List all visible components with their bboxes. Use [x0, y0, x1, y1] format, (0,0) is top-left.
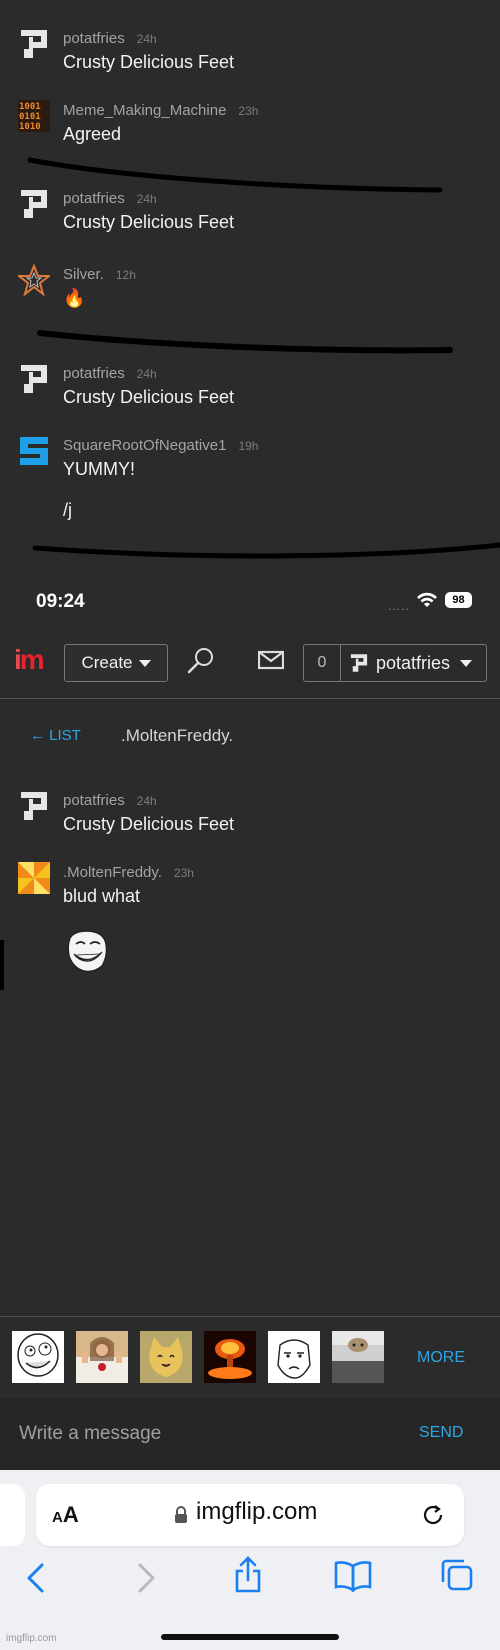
- message-text-line2: /j: [63, 500, 72, 520]
- message-age: 23h: [238, 104, 259, 118]
- lock-icon: [175, 1506, 187, 1523]
- message-age: 19h: [238, 439, 259, 453]
- wifi-icon: [417, 592, 437, 607]
- message-age: 24h: [136, 794, 157, 808]
- message-username[interactable]: SquareRootOfNegative1: [63, 437, 226, 454]
- bookmarks-icon[interactable]: [334, 1560, 372, 1592]
- create-label: Create: [81, 653, 133, 672]
- message-input[interactable]: [0, 1398, 390, 1470]
- fire-emoji: 🔥: [63, 288, 86, 308]
- more-memes-link[interactable]: MORE: [417, 1349, 465, 1367]
- message-age: 24h: [136, 32, 157, 46]
- ceiling-cat-meme[interactable]: [332, 1331, 384, 1383]
- reload-icon[interactable]: [420, 1502, 446, 1528]
- potatfries-p-icon[interactable]: [18, 363, 50, 395]
- home-indicator: [161, 1634, 339, 1640]
- battery-indicator: 98: [445, 592, 472, 608]
- chat-message: potatfries 24h Crusty Delicious Feet: [18, 28, 490, 88]
- signal-dots: .....: [388, 599, 410, 613]
- message-text: blud what: [63, 886, 141, 906]
- chat-message: 1001 0101 1010 Meme_Making_Machine 23h Agre…: [18, 100, 490, 160]
- notification-count[interactable]: 0: [303, 644, 341, 682]
- safari-toolbar: AA imgflip.com imgflip.com: [0, 1470, 500, 1650]
- message-username[interactable]: potatfries: [63, 30, 125, 47]
- forward-icon[interactable]: [132, 1562, 158, 1594]
- trollface-meme-icon[interactable]: [64, 928, 110, 974]
- svg-text:1010: 1010: [19, 122, 41, 132]
- chevron-down-icon: [138, 660, 151, 668]
- message-username[interactable]: potatfries: [63, 365, 125, 382]
- binary-avatar-icon[interactable]: 100101011010: [18, 100, 50, 132]
- status-time: 09:24: [36, 591, 85, 612]
- message-username[interactable]: .MoltenFreddy.: [63, 864, 162, 881]
- message-age: 24h: [136, 367, 157, 381]
- back-to-list-link[interactable]: ← LIST: [30, 727, 81, 744]
- tabs-icon[interactable]: [440, 1558, 474, 1592]
- user-menu-button[interactable]: potatfries: [340, 644, 487, 682]
- previous-tab-preview[interactable]: [0, 1484, 25, 1546]
- message-text: Crusty Delicious Feet: [63, 52, 235, 72]
- url-text: imgflip.com: [196, 1498, 318, 1525]
- derp-meme[interactable]: [12, 1331, 64, 1383]
- back-label: LIST: [49, 727, 81, 744]
- chat-message: SquareRootOfNegative1 19h YUMMY! /j: [18, 435, 490, 525]
- search-icon[interactable]: [186, 646, 216, 676]
- nuke-explosion-meme[interactable]: [204, 1331, 256, 1383]
- chat-message: potatfries 24h Crusty Delicious Feet: [18, 188, 490, 248]
- chat-message: potatfries 24h Crusty Delicious Feet: [18, 363, 490, 423]
- svg-text:0101: 0101: [19, 112, 41, 122]
- message-text: Agreed: [63, 124, 122, 144]
- share-icon[interactable]: [233, 1556, 263, 1594]
- reader-settings-button[interactable]: AA: [52, 1502, 79, 1528]
- message-age: 12h: [115, 268, 136, 282]
- aa-large: A: [62, 1502, 79, 1527]
- okay-guy-meme[interactable]: [268, 1331, 320, 1383]
- back-icon[interactable]: [24, 1562, 50, 1594]
- svg-text:1001: 1001: [19, 102, 41, 112]
- username-label: potatfries: [376, 653, 451, 673]
- star-avatar-icon[interactable]: [18, 264, 50, 296]
- pinwheel-avatar-icon[interactable]: [18, 862, 50, 894]
- blue-s-avatar-icon[interactable]: [18, 435, 50, 467]
- message-age: 23h: [173, 866, 194, 880]
- imgflip-logo[interactable]: im: [14, 644, 45, 676]
- potatfries-p-icon[interactable]: [18, 188, 50, 220]
- back-arrow-icon: ←: [30, 727, 45, 744]
- send-button[interactable]: SEND: [419, 1424, 463, 1442]
- message-username[interactable]: Meme_Making_Machine: [63, 102, 226, 119]
- happy-cat-meme[interactable]: [140, 1331, 192, 1383]
- mail-icon[interactable]: [258, 650, 284, 670]
- message-username[interactable]: potatfries: [63, 792, 125, 809]
- message-username[interactable]: potatfries: [63, 190, 125, 207]
- potatfries-p-icon[interactable]: [18, 28, 50, 60]
- imgflip-watermark: imgflip.com: [6, 1633, 57, 1644]
- aa-small: A: [52, 1509, 63, 1526]
- message-age: 24h: [136, 192, 157, 206]
- potatfries-p-icon: [350, 654, 368, 672]
- message-text: Crusty Delicious Feet: [63, 387, 235, 407]
- buddy-christ-meme[interactable]: [76, 1331, 128, 1383]
- create-button[interactable]: Create: [64, 644, 168, 682]
- conversation-title: .MoltenFreddy.: [121, 726, 234, 745]
- site-header: im Create 0 potatfries: [0, 630, 500, 699]
- address-bar[interactable]: AA imgflip.com: [36, 1484, 464, 1546]
- message-composer: SEND: [0, 1398, 500, 1470]
- message-text: Crusty Delicious Feet: [63, 212, 235, 232]
- chat-message: Silver. 12h 🔥: [18, 264, 490, 324]
- message-username[interactable]: Silver.: [63, 266, 104, 283]
- conversation-header: ← LIST .MoltenFreddy.: [0, 715, 500, 755]
- meme-picker-strip: MORE: [0, 1316, 500, 1400]
- message-text: YUMMY!: [63, 459, 135, 479]
- chevron-down-icon: [460, 660, 472, 667]
- potatfries-p-icon[interactable]: [18, 790, 50, 822]
- ios-status-bar: 09:24 ..... 98: [0, 585, 500, 617]
- message-text: Crusty Delicious Feet: [63, 814, 235, 834]
- chat-message: potatfries 24h Crusty Delicious Feet: [18, 790, 490, 850]
